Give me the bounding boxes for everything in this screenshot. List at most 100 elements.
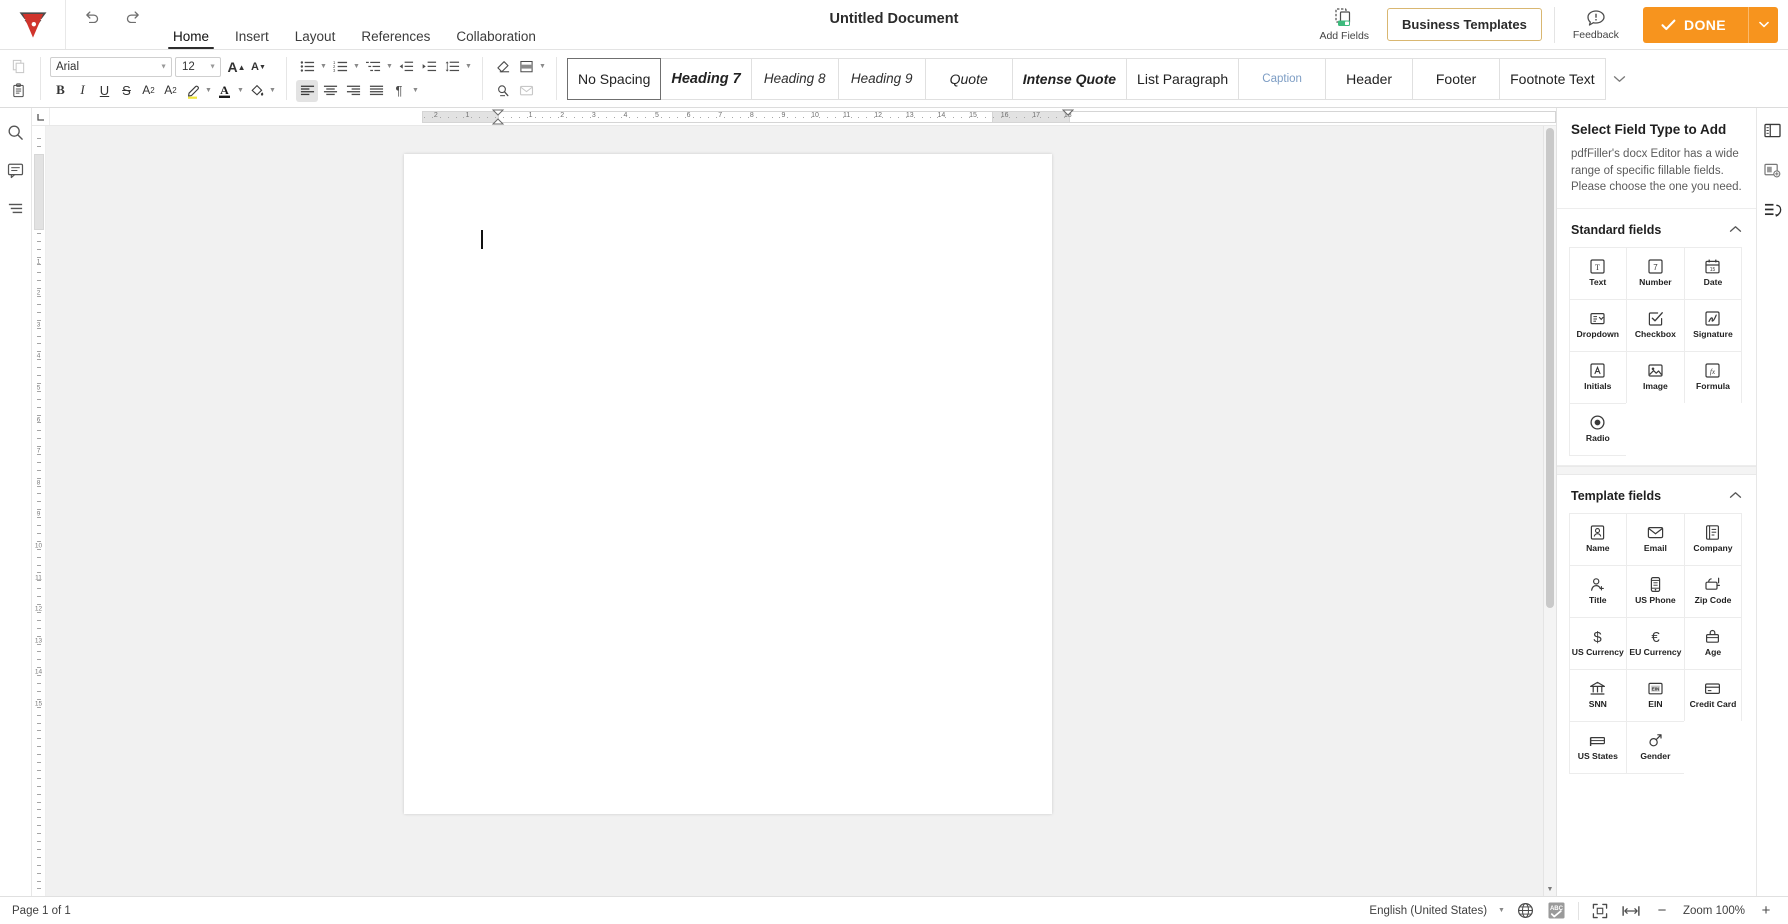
field-type-signature[interactable]: Signature	[1683, 298, 1743, 352]
page-break-dropdown-button[interactable]: ▼	[538, 63, 547, 70]
field-type-snn[interactable]: SNN	[1568, 668, 1628, 722]
find-replace-button[interactable]	[492, 80, 514, 102]
first-line-indent-marker[interactable]	[491, 109, 505, 125]
style-no-spacing[interactable]: No Spacing	[567, 57, 662, 100]
style-caption[interactable]: Caption	[1238, 57, 1327, 100]
strikethrough-button[interactable]: S	[116, 80, 137, 101]
fit-width-button[interactable]	[1621, 901, 1641, 921]
line-spacing-dropdown-button[interactable]: ▼	[464, 63, 473, 70]
undo-button[interactable]	[78, 4, 104, 28]
field-type-image[interactable]: Image	[1626, 350, 1685, 404]
language-indicator[interactable]: English (United States)	[1369, 905, 1487, 917]
subscript-button[interactable]: A2	[160, 80, 181, 101]
tab-collaboration[interactable]: Collaboration	[443, 0, 549, 49]
outline-icon[interactable]	[4, 196, 28, 220]
field-type-company[interactable]: Company	[1683, 512, 1743, 566]
clear-formatting-button[interactable]	[492, 56, 514, 78]
shrink-font-button[interactable]: A ▼	[248, 57, 269, 78]
field-type-initials[interactable]: Initials	[1568, 350, 1628, 404]
font-family-select[interactable]: Arial ▼	[50, 57, 172, 77]
align-right-button[interactable]	[342, 80, 364, 102]
add-fields-button[interactable]: Add Fields	[1305, 0, 1383, 49]
field-type-number[interactable]: 7 Number	[1626, 246, 1685, 300]
field-type-us-phone[interactable]: US Phone	[1626, 564, 1685, 618]
font-color-dropdown-button[interactable]: ▼	[236, 87, 245, 94]
field-type-dropdown[interactable]: Dropdown	[1568, 298, 1628, 352]
style-heading-8[interactable]: Heading 8	[750, 57, 839, 100]
right-indent-marker[interactable]	[1062, 109, 1074, 125]
line-spacing-button[interactable]	[441, 56, 463, 78]
multilevel-list-button[interactable]	[362, 56, 384, 78]
pages-panel-icon[interactable]	[1761, 118, 1785, 142]
vertical-scrollbar[interactable]: ▲ ▼	[1543, 126, 1556, 896]
horizontal-ruler[interactable]: 21123456789101112131415161718	[32, 108, 1556, 126]
zoom-out-button[interactable]: −	[1652, 901, 1672, 921]
business-templates-button[interactable]: Business Templates	[1387, 8, 1542, 41]
font-size-select[interactable]: 12 ▼	[175, 57, 221, 77]
done-button[interactable]: DONE	[1643, 7, 1748, 43]
style-heading-9[interactable]: Heading 9	[837, 57, 926, 100]
style-intense-quote[interactable]: Intense Quote	[1011, 57, 1128, 100]
field-type-checkbox[interactable]: Checkbox	[1626, 298, 1685, 352]
numbered-list-button[interactable]: 1 2 3	[329, 56, 351, 78]
field-type-us-currency[interactable]: $ US Currency	[1568, 616, 1628, 670]
search-icon[interactable]	[4, 120, 28, 144]
highlight-color-button[interactable]	[182, 80, 203, 101]
multilevel-list-dropdown-button[interactable]: ▼	[385, 63, 394, 70]
tab-references[interactable]: References	[348, 0, 443, 49]
underline-button[interactable]: U	[94, 80, 115, 101]
vertical-ruler[interactable]: 1 2 3 4 5 6 7 8 9 10 11 12 13 14 15	[32, 126, 46, 896]
feedback-button[interactable]: Feedback	[1559, 0, 1633, 49]
spelling-check-icon[interactable]: ABC	[1547, 901, 1567, 921]
field-type-age[interactable]: Age	[1683, 616, 1743, 670]
styles-expand-button[interactable]	[1605, 75, 1635, 83]
style-list-paragraph[interactable]: List Paragraph	[1126, 57, 1240, 100]
insert-comment-button[interactable]	[515, 80, 537, 102]
shading-button[interactable]	[246, 80, 267, 101]
done-dropdown-button[interactable]	[1748, 6, 1778, 43]
scroll-down-button[interactable]: ▼	[1544, 883, 1556, 896]
page-break-button[interactable]	[515, 56, 537, 78]
style-header[interactable]: Header	[1325, 57, 1414, 100]
highlight-dropdown-button[interactable]: ▼	[204, 87, 213, 94]
field-type-email[interactable]: Email	[1626, 512, 1685, 566]
document-scroll-area[interactable]: 123456789101112131415 ▲ ▼	[32, 126, 1556, 896]
field-type-eu-currency[interactable]: € EU Currency	[1626, 616, 1685, 670]
fit-page-button[interactable]	[1590, 901, 1610, 921]
field-type-text[interactable]: T Text	[1568, 246, 1628, 300]
paste-button[interactable]	[5, 80, 31, 102]
field-type-title[interactable]: Title	[1568, 564, 1628, 618]
template-fields-header[interactable]: Template fields	[1557, 475, 1756, 513]
style-footer[interactable]: Footer	[1412, 57, 1501, 100]
zoom-in-button[interactable]: +	[1756, 901, 1776, 921]
italic-button[interactable]: I	[72, 80, 93, 101]
fields-panel-icon[interactable]	[1761, 198, 1785, 222]
field-type-ein[interactable]: EIN EIN	[1626, 668, 1685, 722]
field-type-name[interactable]: Name	[1568, 512, 1628, 566]
zoom-level-label[interactable]: Zoom 100%	[1683, 905, 1745, 917]
spellcheck-globe-icon[interactable]	[1516, 901, 1536, 921]
show-formatting-button[interactable]: ¶	[388, 80, 410, 102]
field-type-date[interactable]: 15 Date	[1683, 246, 1743, 300]
style-quote[interactable]: Quote	[924, 57, 1013, 100]
justify-button[interactable]	[365, 80, 387, 102]
field-type-radio[interactable]: Radio	[1568, 402, 1628, 456]
shading-dropdown-button[interactable]: ▼	[268, 87, 277, 94]
style-footnote-text[interactable]: Footnote Text	[1499, 57, 1606, 100]
superscript-button[interactable]: A2	[138, 80, 159, 101]
style-heading-7[interactable]: Heading 7	[660, 57, 752, 100]
increase-indent-button[interactable]	[418, 56, 440, 78]
copy-button[interactable]	[5, 56, 31, 78]
align-left-button[interactable]	[296, 79, 318, 102]
align-center-button[interactable]	[319, 80, 341, 102]
comment-icon[interactable]	[4, 158, 28, 182]
done-button-group[interactable]: DONE	[1642, 6, 1778, 43]
tab-home[interactable]: Home	[160, 0, 222, 49]
field-type-formula[interactable]: fx Formula	[1683, 350, 1743, 404]
tab-insert[interactable]: Insert	[222, 0, 282, 49]
standard-fields-header[interactable]: Standard fields	[1557, 209, 1756, 247]
field-type-gender[interactable]: Gender	[1626, 720, 1685, 774]
numbered-list-dropdown-button[interactable]: ▼	[352, 63, 361, 70]
font-color-button[interactable]: A	[214, 80, 235, 101]
tab-stop-selector[interactable]	[32, 108, 50, 125]
